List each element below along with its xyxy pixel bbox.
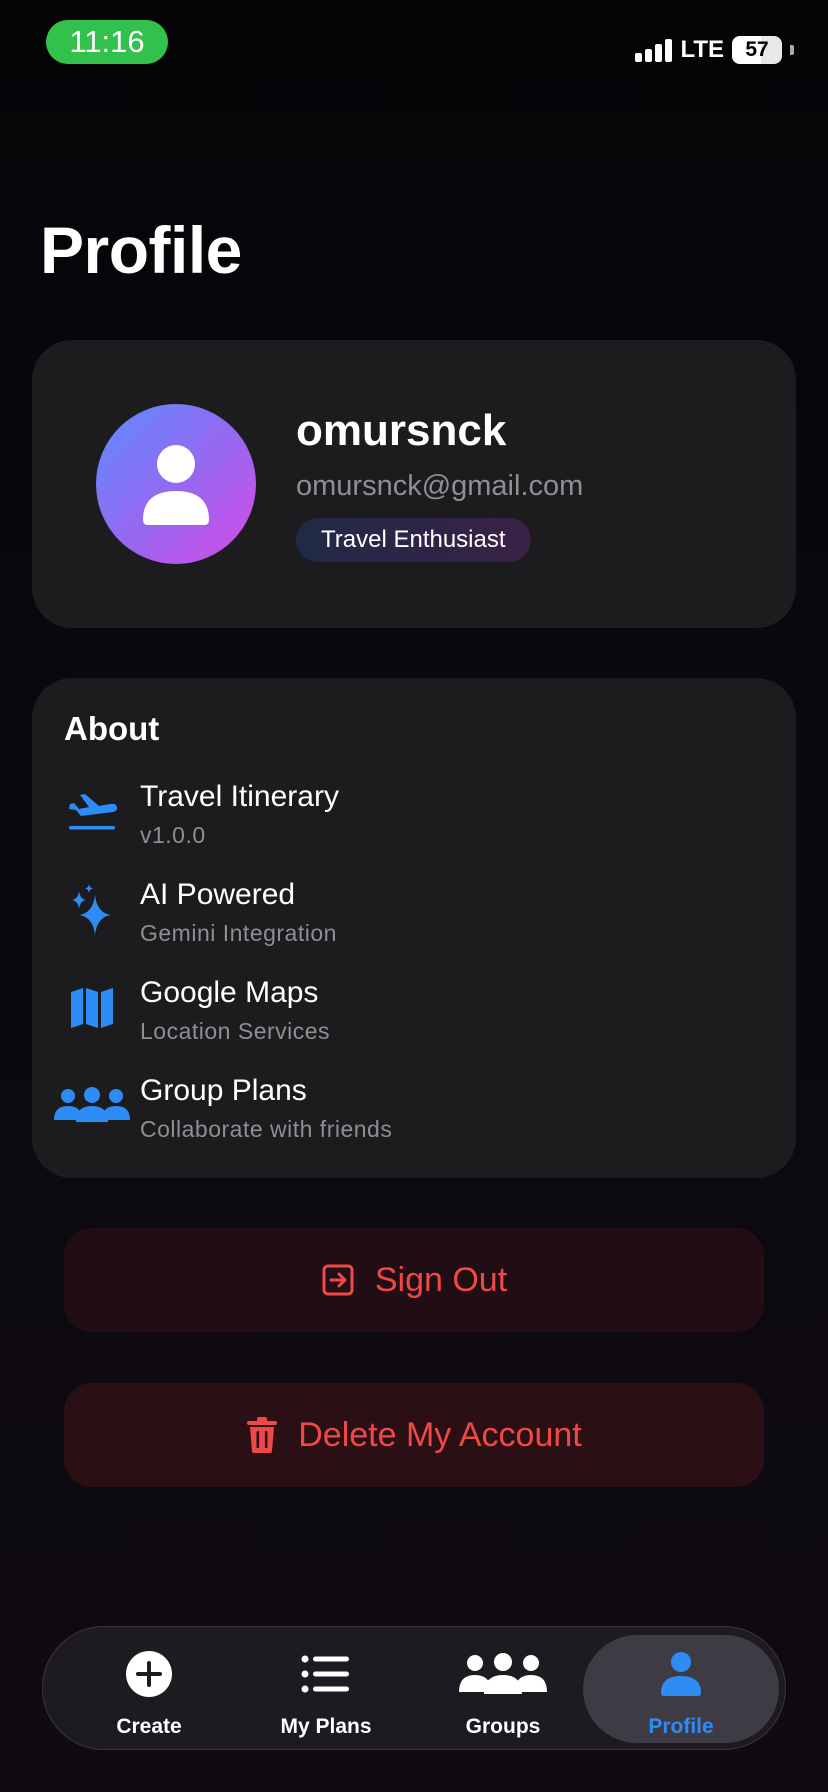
item-subtitle: v1.0.0 xyxy=(140,822,206,848)
tab-label: Create xyxy=(116,1715,182,1738)
tab-groups[interactable]: Groups xyxy=(415,1627,591,1751)
tab-create[interactable]: Create xyxy=(61,1627,237,1751)
sign-out-button[interactable]: Sign Out xyxy=(64,1228,764,1332)
item-label: Google Maps xyxy=(140,976,319,1009)
list-icon xyxy=(238,1649,414,1699)
signal-strength-icon xyxy=(635,38,673,62)
email: omursnck@gmail.com xyxy=(296,470,584,502)
status-indicators: LTE 57 xyxy=(635,34,794,66)
page-title: Profile xyxy=(40,213,242,287)
list-item-travel-itinerary: Travel Itinerary v1.0.0 xyxy=(32,780,796,860)
tab-label: My Plans xyxy=(280,1715,372,1738)
item-subtitle: Collaborate with friends xyxy=(140,1116,393,1142)
item-subtitle: Location Services xyxy=(140,1018,331,1044)
tab-profile[interactable]: Profile xyxy=(583,1635,779,1743)
map-icon xyxy=(52,976,132,1040)
airplane-departure-icon xyxy=(52,780,132,844)
sign-out-icon xyxy=(322,1264,354,1296)
status-badge: Travel Enthusiast xyxy=(296,518,531,562)
item-label: AI Powered xyxy=(140,878,296,911)
status-time: 11:16 xyxy=(46,20,168,64)
delete-account-button[interactable]: Delete My Account xyxy=(64,1383,764,1487)
battery-icon: 57 xyxy=(732,36,782,64)
section-title: About xyxy=(64,710,160,747)
tab-bar: Create My Plans Groups Profile xyxy=(42,1626,786,1750)
tab-label: Profile xyxy=(648,1715,714,1738)
profile-card: omursnck omursnck@gmail.com Travel Enthu… xyxy=(32,340,796,628)
people-group-icon xyxy=(415,1649,591,1699)
list-item-ai-powered: AI Powered Gemini Integration xyxy=(32,878,796,958)
battery-level: 57 xyxy=(745,38,769,61)
avatar[interactable] xyxy=(96,404,256,564)
item-subtitle: Gemini Integration xyxy=(140,920,337,946)
sign-out-label: Sign Out xyxy=(374,1260,508,1299)
people-group-icon xyxy=(52,1074,132,1138)
tab-my-plans[interactable]: My Plans xyxy=(238,1627,414,1751)
item-label: Travel Itinerary xyxy=(140,780,339,813)
person-icon xyxy=(143,445,209,525)
person-icon xyxy=(583,1649,779,1699)
plus-circle-icon xyxy=(61,1649,237,1699)
sparkles-icon xyxy=(52,878,132,942)
tab-label: Groups xyxy=(465,1715,541,1738)
about-card: About Travel Itinerary v1.0.0 AI Powered… xyxy=(32,678,796,1178)
battery-tip xyxy=(790,45,794,55)
trash-icon xyxy=(247,1417,278,1453)
username: omursnck xyxy=(296,406,507,455)
item-label: Group Plans xyxy=(140,1074,307,1107)
list-item-google-maps: Google Maps Location Services xyxy=(32,976,796,1056)
network-type: LTE xyxy=(680,36,724,63)
list-item-group-plans: Group Plans Collaborate with friends xyxy=(32,1074,796,1154)
delete-account-label: Delete My Account xyxy=(298,1415,582,1454)
